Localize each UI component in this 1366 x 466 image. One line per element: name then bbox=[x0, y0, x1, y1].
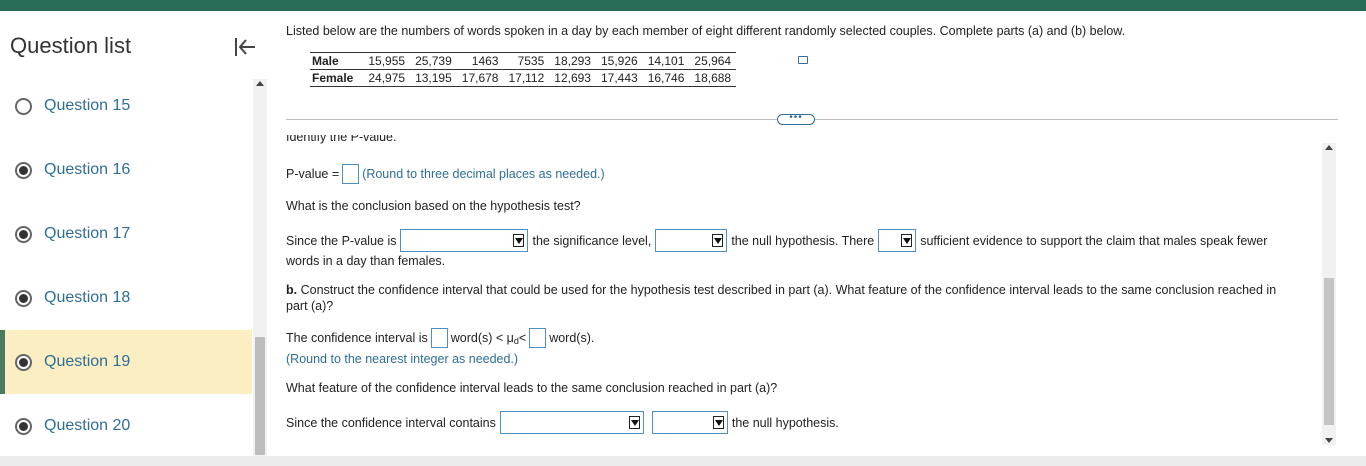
ci-suffix: word(s). bbox=[549, 331, 595, 345]
reject-select[interactable] bbox=[655, 229, 728, 252]
pvalue-input[interactable] bbox=[342, 164, 360, 184]
table-cell: 25,964 bbox=[689, 52, 737, 70]
question-item-current[interactable]: Question 19 bbox=[0, 330, 252, 394]
part-b-text: Construct the confidence interval that c… bbox=[300, 283, 1277, 297]
dropdown-caret-icon bbox=[513, 234, 525, 247]
question-item[interactable]: Question 16 bbox=[0, 138, 252, 202]
question-label: Question 19 bbox=[44, 353, 131, 370]
sidebar-title: Question list bbox=[10, 33, 132, 58]
scroll-up-icon[interactable] bbox=[1325, 145, 1333, 150]
question-label: Question 20 bbox=[44, 417, 131, 434]
status-filled-icon bbox=[15, 353, 32, 371]
ci-reject-select[interactable] bbox=[651, 411, 728, 434]
dropdown-caret-icon bbox=[712, 416, 724, 429]
since-ci-text: Since the confidence interval contains bbox=[286, 415, 496, 430]
feature-question: What feature of the confidence interval … bbox=[286, 381, 778, 395]
question-list: Question 15 Question 16 Question 17 Ques… bbox=[0, 74, 252, 458]
part-b-text2: part (a)? bbox=[286, 299, 334, 313]
question-item[interactable]: Question 18 bbox=[0, 266, 252, 330]
dropdown-caret-icon bbox=[628, 416, 640, 429]
table-cell: 14,101 bbox=[642, 52, 690, 70]
dropdown-caret-icon bbox=[901, 234, 913, 247]
table-cell: 17,443 bbox=[595, 69, 643, 87]
problem-intro: Listed below are the numbers of words sp… bbox=[286, 24, 1126, 38]
part-b-label: b. bbox=[286, 283, 298, 297]
collapse-left-icon[interactable] bbox=[232, 35, 258, 59]
pvalue-hint: (Round to three decimal places as needed… bbox=[362, 167, 605, 181]
ci-mid-text: word(s) < μ bbox=[450, 331, 514, 345]
table-cell: 1463 bbox=[456, 52, 504, 70]
table-cell: 13,195 bbox=[410, 69, 457, 87]
significance-text: the significance level, bbox=[532, 233, 652, 248]
table-cell: 15,926 bbox=[595, 52, 643, 70]
part-b-line: b. Construct the confidence interval tha… bbox=[286, 283, 1276, 297]
row-header: Male bbox=[310, 52, 364, 70]
pvalue-label: P-value = bbox=[286, 167, 340, 181]
since-pvalue-text: Since the P-value is bbox=[286, 233, 397, 248]
question-content: Listed below are the numbers of words sp… bbox=[272, 11, 1366, 456]
bottom-bar bbox=[0, 456, 1366, 466]
question-label: Question 16 bbox=[44, 161, 131, 178]
data-table: Male 15,955 25,739 1463 7535 18,293 15,9… bbox=[310, 52, 737, 87]
top-bar bbox=[0, 0, 1366, 11]
pvalue-comparison-select[interactable] bbox=[400, 229, 529, 252]
copy-data-icon[interactable] bbox=[798, 56, 808, 64]
row-header: Female bbox=[310, 69, 364, 87]
ci-subscript: d bbox=[513, 336, 519, 346]
question-item[interactable]: Question 20 bbox=[0, 394, 252, 458]
table-cell: 16,746 bbox=[642, 69, 690, 87]
status-filled-icon bbox=[15, 417, 32, 435]
question-label: Question 18 bbox=[44, 289, 131, 306]
status-filled-icon bbox=[15, 161, 32, 179]
sidebar-scrollbar[interactable] bbox=[253, 79, 267, 464]
status-empty-icon bbox=[15, 97, 32, 115]
table-row: Male 15,955 25,739 1463 7535 18,293 15,9… bbox=[310, 52, 737, 70]
expand-more-button[interactable]: ••• bbox=[777, 113, 815, 125]
table-cell: 18,293 bbox=[549, 52, 596, 70]
table-cell: 12,693 bbox=[549, 69, 596, 87]
the-null-text: the null hypothesis. bbox=[731, 415, 839, 430]
sufficient-evidence-text: sufficient evidence to support the claim… bbox=[920, 233, 1268, 248]
question-label: Question 17 bbox=[44, 225, 131, 242]
table-cell: 17,678 bbox=[456, 69, 504, 87]
conclusion-question: What is the conclusion based on the hypo… bbox=[286, 199, 581, 213]
ci-conclusion-line: Since the confidence interval contains t… bbox=[286, 411, 839, 434]
ci-prefix: The confidence interval is bbox=[286, 331, 428, 345]
table-cell: 7535 bbox=[503, 52, 550, 70]
table-cell: 15,955 bbox=[363, 52, 411, 70]
status-filled-icon bbox=[15, 225, 32, 243]
evidence-select[interactable] bbox=[878, 229, 917, 252]
ci-contains-select[interactable] bbox=[499, 411, 644, 434]
question-label: Question 15 bbox=[44, 97, 131, 114]
question-list-sidebar: Question list Question 15 Question 16 Qu… bbox=[0, 11, 270, 464]
null-there-text: the null hypothesis. There bbox=[731, 233, 875, 248]
scroll-down-icon[interactable] bbox=[1325, 438, 1333, 443]
table-row: Female 24,975 13,195 17,678 17,112 12,69… bbox=[310, 69, 737, 87]
table-cell: 24,975 bbox=[363, 69, 411, 87]
ci-hint: (Round to the nearest integer as needed.… bbox=[286, 352, 519, 366]
scrollbar-thumb[interactable] bbox=[255, 337, 265, 455]
ci-upper-input[interactable] bbox=[529, 328, 547, 348]
table-cell: 18,688 bbox=[689, 69, 737, 87]
ci-lower-input[interactable] bbox=[430, 328, 448, 348]
pvalue-line: P-value = (Round to three decimal places… bbox=[286, 164, 605, 184]
ci-mid-text2: < bbox=[518, 331, 527, 345]
conclusion-line: Since the P-value is the significance le… bbox=[286, 229, 1267, 252]
words-in-day-text: words in a day than females. bbox=[286, 254, 446, 268]
status-filled-icon bbox=[15, 289, 32, 307]
scroll-up-icon[interactable] bbox=[256, 81, 264, 86]
question-item[interactable]: Question 17 bbox=[0, 202, 252, 266]
content-scrollbar[interactable] bbox=[1322, 143, 1336, 445]
scrollbar-thumb[interactable] bbox=[1324, 278, 1334, 425]
ci-line: The confidence interval is word(s) < μd … bbox=[286, 328, 594, 348]
table-cell: 25,739 bbox=[410, 52, 457, 70]
dropdown-caret-icon bbox=[712, 234, 724, 247]
cutoff-text: Identify the P-value. bbox=[286, 135, 397, 144]
table-cell: 17,112 bbox=[503, 69, 550, 87]
question-item[interactable]: Question 15 bbox=[0, 74, 252, 138]
